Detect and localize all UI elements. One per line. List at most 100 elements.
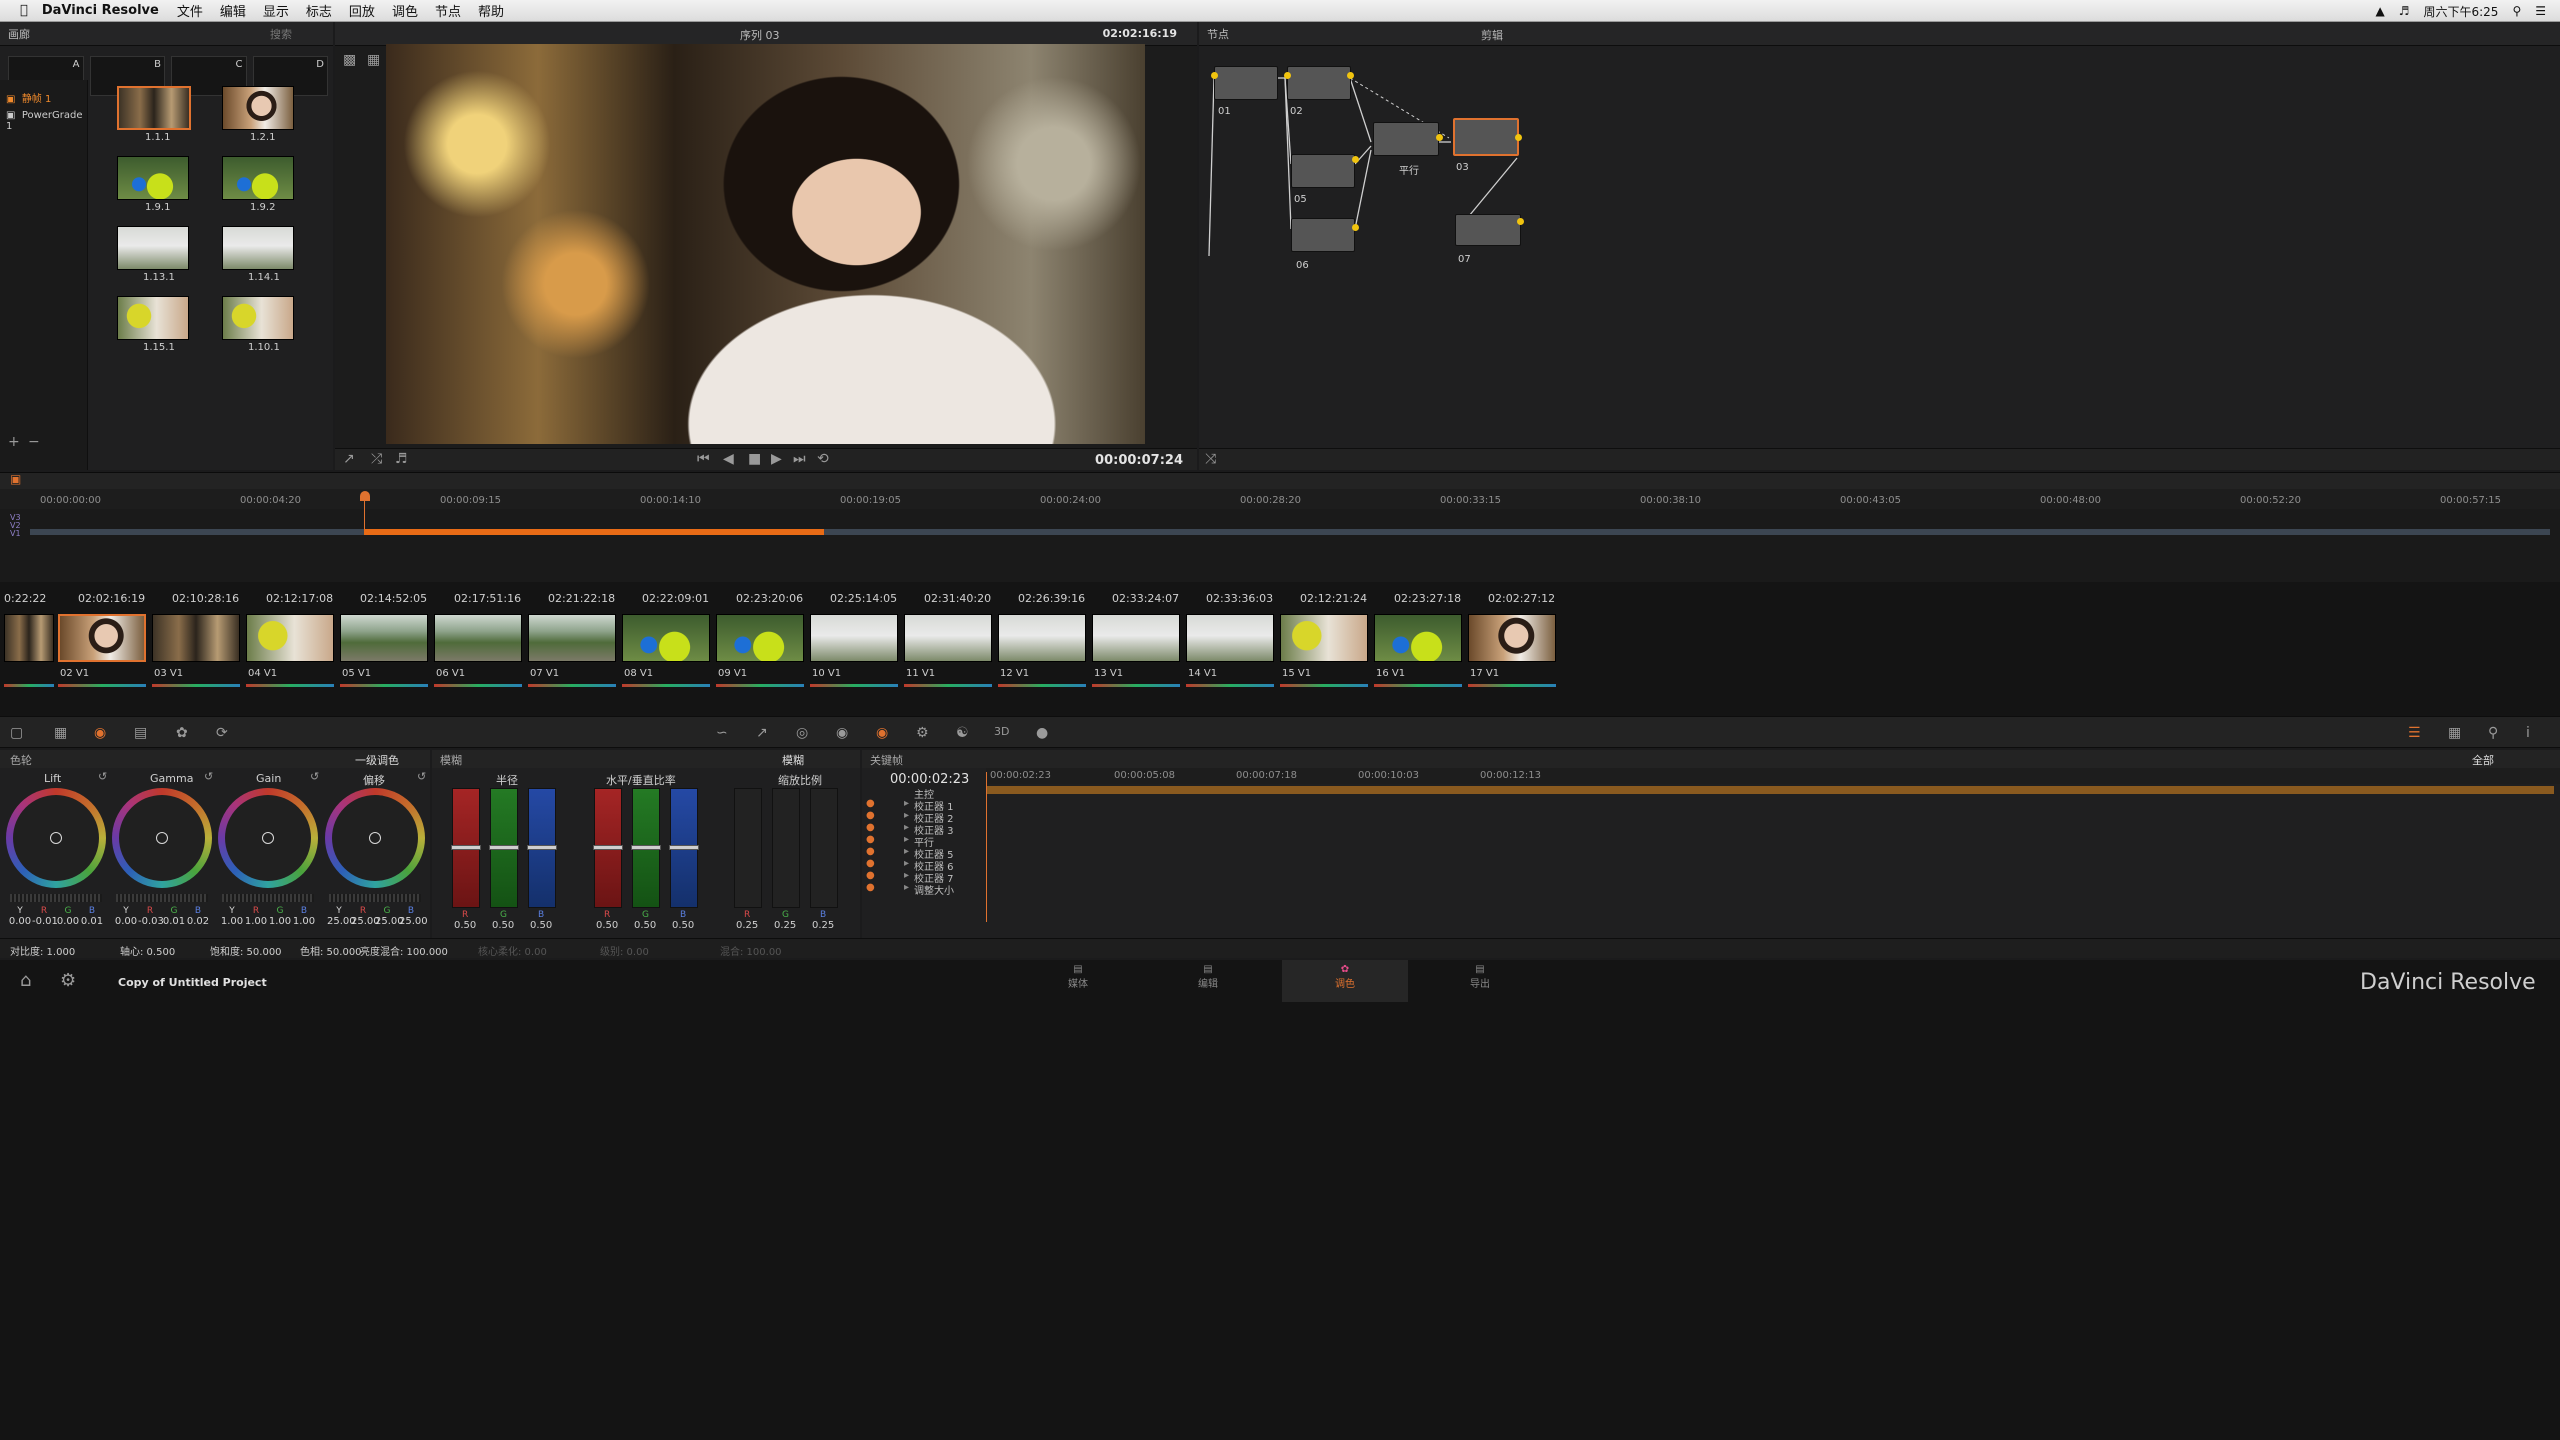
still-thumbnail[interactable]: [117, 156, 189, 200]
keyframe-dot-icon[interactable]: ●: [866, 822, 875, 833]
master-wheel[interactable]: [329, 894, 421, 902]
rgb-mixer-icon[interactable]: ▤: [134, 725, 147, 741]
qualifier-icon[interactable]: ↗: [756, 725, 768, 741]
master-wheel[interactable]: [222, 894, 314, 902]
saturation-value[interactable]: 饱和度: 50.000: [210, 943, 282, 958]
go-start-icon[interactable]: ⏮: [697, 451, 710, 467]
keyframe-row[interactable]: ● ▸ 校正器 2: [862, 810, 986, 825]
wheel-value[interactable]: -0.03: [138, 916, 164, 927]
slider-knob[interactable]: [489, 845, 519, 850]
contrast-value[interactable]: 对比度: 1.000: [10, 943, 75, 958]
keyframe-dot-icon[interactable]: ●: [866, 834, 875, 845]
lum-mix-value[interactable]: 亮度混合: 100.000: [360, 943, 448, 958]
node-output[interactable]: [1352, 224, 1359, 231]
clip-thumbnail[interactable]: [904, 614, 992, 662]
keyframe-row[interactable]: ● ▸ 校正器 5: [862, 846, 986, 861]
expand-icon[interactable]: ▸: [904, 858, 909, 869]
master-wheel[interactable]: [10, 894, 102, 902]
refresh-icon[interactable]: ⟳: [216, 725, 228, 741]
window-icon[interactable]: ◎: [796, 725, 808, 741]
node-output[interactable]: [1436, 134, 1443, 141]
keyframe-row[interactable]: ● ▸ 平行: [862, 834, 986, 849]
clip-thumbnail[interactable]: [810, 614, 898, 662]
gallery-search[interactable]: 搜索: [270, 26, 292, 42]
wheel-value[interactable]: 25.00: [327, 916, 356, 927]
node-parallel[interactable]: [1373, 122, 1439, 156]
wheel-value[interactable]: 25.00: [351, 916, 380, 927]
keyframe-row[interactable]: ● ▸ 校正器 6: [862, 858, 986, 873]
blur-slider[interactable]: [451, 788, 481, 908]
blur-mode[interactable]: 模糊: [782, 752, 804, 768]
slider-knob[interactable]: [527, 845, 557, 850]
menu-file[interactable]: 文件: [177, 1, 203, 20]
menu-help[interactable]: 帮助: [478, 1, 504, 20]
menu-nodes[interactable]: 节点: [435, 1, 461, 20]
keyframe-dot-icon[interactable]: ●: [866, 810, 875, 821]
keyframe-row[interactable]: ● ▸ 调整大小: [862, 882, 986, 897]
master-wheel[interactable]: [116, 894, 208, 902]
slider-knob[interactable]: [631, 845, 661, 850]
wheel-value[interactable]: 1.00: [268, 916, 292, 927]
expand-icon[interactable]: ▸: [904, 798, 909, 809]
blur-slider[interactable]: [772, 788, 800, 908]
node-03[interactable]: [1453, 118, 1519, 156]
keyframe-dot-icon[interactable]: ●: [866, 870, 875, 881]
still-thumbnail[interactable]: [222, 296, 294, 340]
tracker-icon[interactable]: ◉: [836, 725, 848, 741]
wifi-icon[interactable]: ▲: [2375, 4, 2384, 18]
color-wheel[interactable]: [6, 788, 106, 888]
clip-thumbnail[interactable]: [1092, 614, 1180, 662]
clip-thumbnail[interactable]: [622, 614, 710, 662]
clip-thumbnail[interactable]: [340, 614, 428, 662]
expand-icon[interactable]: ▸: [904, 834, 909, 845]
clock[interactable]: 周六下午6:25: [2423, 3, 2498, 20]
gear-icon[interactable]: ⚙: [60, 970, 76, 991]
zoom-icon[interactable]: ⚲: [2488, 725, 2498, 741]
clip-thumbnail[interactable]: [152, 614, 240, 662]
home-icon[interactable]: ⌂: [20, 970, 31, 991]
clip-thumbnail[interactable]: [1374, 614, 1462, 662]
single-view-icon[interactable]: ▩: [343, 52, 356, 68]
wheel-puck[interactable]: [156, 832, 168, 844]
wheel-value[interactable]: 1.00: [220, 916, 244, 927]
keyframes-scope[interactable]: 全部: [2472, 752, 2494, 768]
node-07[interactable]: [1455, 214, 1521, 246]
wheel-value[interactable]: -0.01: [32, 916, 58, 927]
keyframe-dot-icon[interactable]: ●: [866, 882, 875, 893]
node-05[interactable]: [1291, 154, 1355, 188]
keyframe-row[interactable]: ● ▸ 校正器 7: [862, 870, 986, 885]
timeline-icon[interactable]: ▣: [10, 472, 21, 486]
menu-edit[interactable]: 编辑: [220, 1, 246, 20]
loop-icon[interactable]: ⟲: [817, 451, 829, 467]
apple-icon[interactable]: : [20, 3, 28, 18]
blur-slider[interactable]: [593, 788, 623, 908]
node-06[interactable]: [1291, 218, 1355, 252]
keyframe-row[interactable]: 主控: [862, 786, 986, 801]
wheel-value[interactable]: 25.00: [375, 916, 404, 927]
remove-icon[interactable]: −: [28, 434, 40, 450]
still-thumbnail[interactable]: [222, 156, 294, 200]
curves-icon[interactable]: ∽: [716, 725, 728, 741]
wheel-reset-icon[interactable]: ↺: [417, 770, 426, 783]
blur-value[interactable]: 0.50: [454, 920, 476, 931]
color-wheel[interactable]: [218, 788, 318, 888]
play-icon[interactable]: ▶: [771, 451, 782, 467]
blur-value[interactable]: 0.25: [736, 920, 758, 931]
album-stills[interactable]: ▣ 静帧 1: [6, 90, 51, 105]
expand-icon[interactable]: ▸: [904, 810, 909, 821]
keyframe-toggle-icon[interactable]: ☰: [2408, 725, 2421, 741]
still-thumbnail[interactable]: [117, 226, 189, 270]
color-wheel[interactable]: [112, 788, 212, 888]
speaker-icon[interactable]: ♬: [395, 451, 408, 467]
hue-value[interactable]: 色相: 50.000: [300, 943, 362, 958]
wheel-value[interactable]: 1.00: [292, 916, 316, 927]
shuffle-icon[interactable]: ⤮: [371, 451, 382, 467]
still-thumbnail[interactable]: [117, 296, 189, 340]
expand-icon[interactable]: ▸: [904, 882, 909, 893]
node-tool-icon[interactable]: ⤨: [1205, 451, 1216, 467]
clip-thumbnail[interactable]: [716, 614, 804, 662]
clip-thumbnail[interactable]: [4, 614, 54, 662]
wheel-puck[interactable]: [369, 832, 381, 844]
still-thumbnail[interactable]: [222, 86, 294, 130]
eyedropper-icon[interactable]: ↗: [343, 451, 355, 467]
